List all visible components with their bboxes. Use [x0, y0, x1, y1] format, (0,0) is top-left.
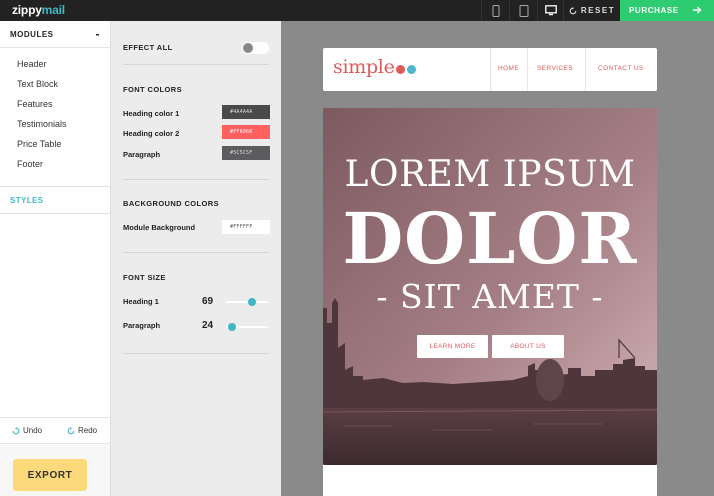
nav-separator	[490, 48, 491, 91]
module-sidebar: MODULES - Header Text Block Features Tes…	[0, 21, 111, 496]
styles-tab[interactable]: STYLES	[0, 186, 110, 214]
heading-color-1-picker[interactable]: #4A4A4A	[222, 105, 270, 119]
reset-button[interactable]: RESET	[563, 0, 620, 21]
heading-color-2-label: Heading color 2	[123, 129, 180, 138]
effect-all-toggle[interactable]	[242, 42, 269, 54]
undo-button[interactable]: Undo	[12, 426, 42, 435]
redo-icon	[67, 426, 75, 434]
module-background-picker[interactable]: #FFFFFF	[222, 220, 270, 234]
module-background-label: Module Background	[123, 223, 196, 232]
divider	[123, 353, 269, 354]
divider	[123, 252, 269, 253]
top-bar: zippymail RESET PURCHASE	[0, 0, 714, 21]
reset-icon	[569, 6, 577, 14]
redo-label: Redo	[78, 426, 98, 435]
module-item-testimonials[interactable]: Testimonials	[0, 114, 110, 134]
nav-link-contact[interactable]: CONTACT US	[598, 65, 644, 72]
hero-heading-line-2: DOLOR	[342, 197, 638, 280]
preview-brand: simple	[333, 56, 395, 78]
font-size-title: FONT SIZE	[123, 273, 166, 282]
heading-color-2-picker[interactable]: #FF6060	[222, 125, 270, 139]
nav-separator	[585, 48, 586, 91]
undo-icon	[12, 426, 20, 434]
purchase-button[interactable]: PURCHASE	[620, 0, 714, 21]
divider	[123, 179, 269, 180]
font-colors-title: FONT COLORS	[123, 85, 182, 94]
effect-all-label: EFFECT ALL	[123, 43, 173, 52]
phone-icon	[492, 4, 499, 17]
module-item-header[interactable]: Header	[0, 54, 110, 74]
module-list: Header Text Block Features Testimonials …	[0, 48, 110, 174]
styles-panel: EFFECT ALL FONT COLORS Heading color 1 #…	[111, 21, 281, 496]
desktop-view-button[interactable]	[537, 0, 563, 21]
module-item-price-table[interactable]: Price Table	[0, 134, 110, 154]
preview-next-module[interactable]	[323, 465, 657, 496]
nav-link-home[interactable]: HOME	[498, 65, 519, 72]
app-logo[interactable]: zippymail	[12, 3, 65, 17]
heading-color-1-label: Heading color 1	[123, 109, 180, 118]
purchase-label: PURCHASE	[629, 6, 679, 15]
tablet-view-button[interactable]	[509, 0, 537, 21]
paragraph-size-label: Paragraph	[123, 321, 161, 330]
reset-label: RESET	[580, 6, 616, 15]
heading-1-size-value: 69	[202, 296, 214, 307]
hero-heading-line-1: LOREM IPSUM	[344, 154, 636, 195]
history-controls: Undo Redo	[0, 417, 110, 443]
paragraph-slider-handle[interactable]	[228, 323, 237, 331]
divider	[123, 64, 269, 65]
paragraph-color-label: Paragraph	[123, 150, 161, 159]
paragraph-size-value: 24	[202, 320, 214, 331]
preview-header[interactable]: simple HOME SERVICES CONTACT US	[323, 48, 657, 91]
hero-heading-line-3: - SIT AMET -	[376, 277, 604, 316]
modules-header[interactable]: MODULES -	[0, 21, 110, 48]
export-area: EXPORT	[0, 443, 110, 496]
paragraph-color-picker[interactable]: #5C5C5F	[222, 146, 270, 160]
background-colors-title: BACKGROUND COLORS	[123, 199, 219, 208]
heading-1-slider-handle[interactable]	[248, 298, 257, 306]
learn-more-button[interactable]: LEARN MORE	[417, 335, 488, 358]
module-item-features[interactable]: Features	[0, 94, 110, 114]
preview-hero[interactable]: LOREM IPSUM DOLOR - SIT AMET - LEARN MOR…	[323, 108, 657, 465]
desktop-icon	[544, 5, 557, 16]
collapse-icon[interactable]: -	[96, 27, 101, 41]
brand-dot-teal	[407, 65, 416, 74]
arrow-right-icon	[693, 6, 702, 14]
module-item-footer[interactable]: Footer	[0, 154, 110, 174]
modules-title: MODULES	[10, 29, 54, 39]
redo-button[interactable]: Redo	[67, 426, 97, 435]
brand-dot-red	[396, 65, 405, 74]
phone-view-button[interactable]	[481, 0, 509, 21]
heading-1-size-slider[interactable]	[226, 301, 268, 303]
toggle-knob	[243, 43, 253, 53]
heading-1-size-label: Heading 1	[123, 297, 159, 306]
about-us-button[interactable]: ABOUT US	[492, 335, 564, 358]
nav-separator	[527, 48, 528, 91]
tablet-icon	[519, 4, 528, 17]
module-item-text-block[interactable]: Text Block	[0, 74, 110, 94]
nav-link-services[interactable]: SERVICES	[537, 65, 573, 72]
undo-label: Undo	[23, 426, 43, 435]
export-button[interactable]: EXPORT	[13, 459, 87, 491]
